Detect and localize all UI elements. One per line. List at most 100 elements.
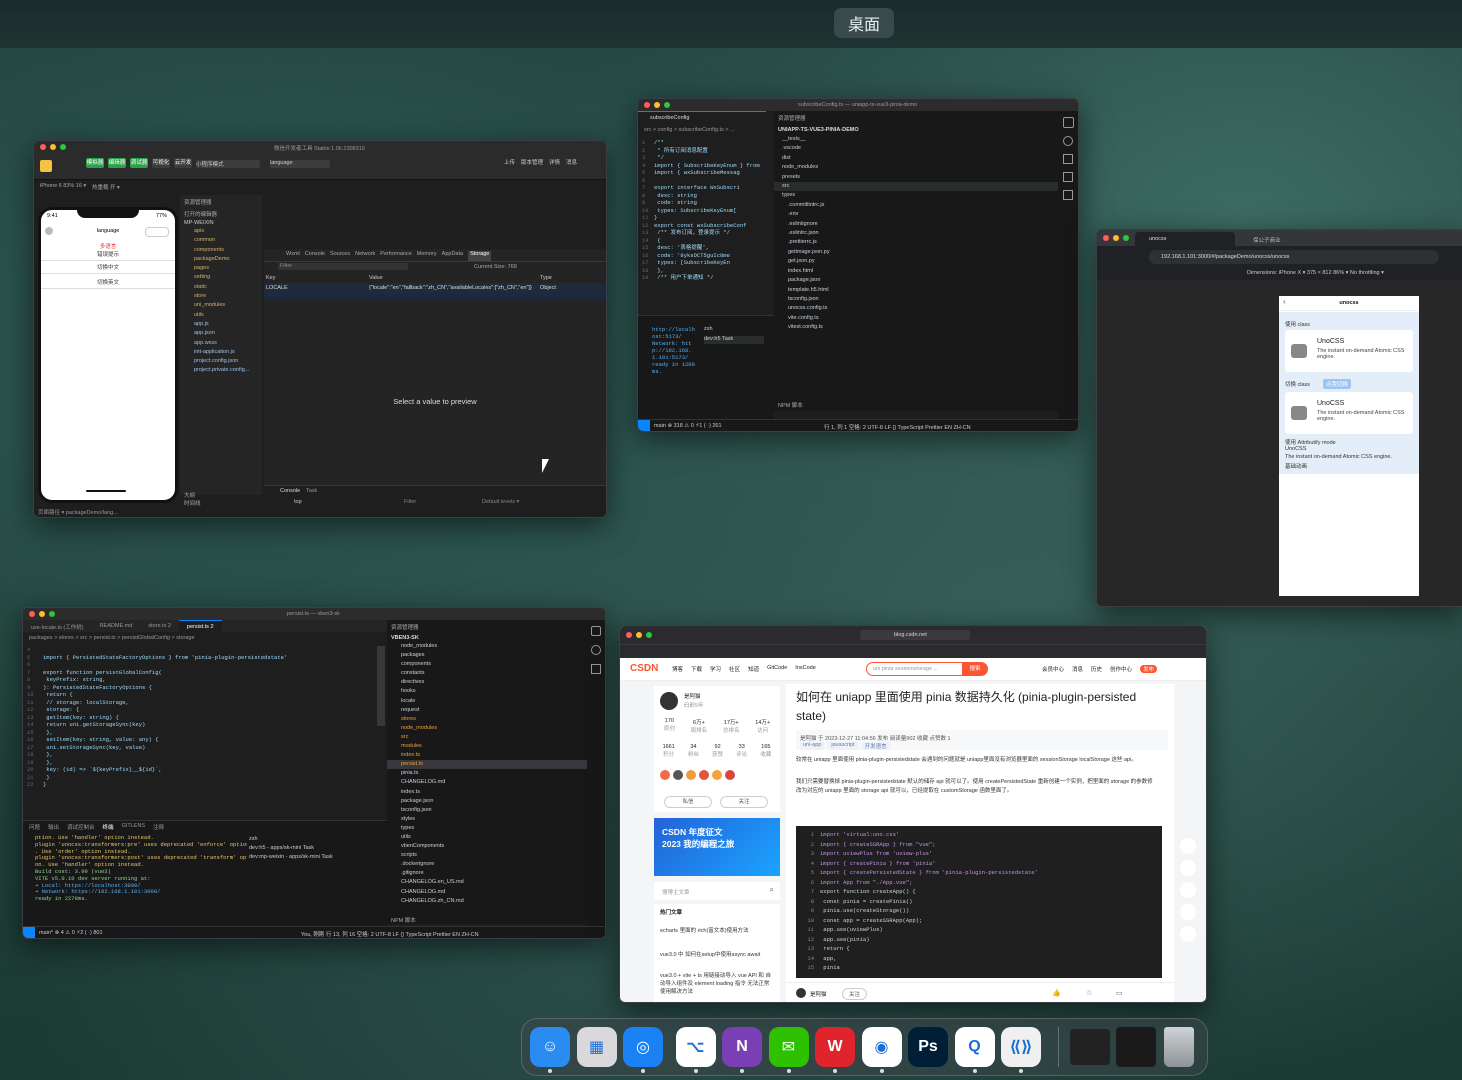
editor-tab[interactable]: subscribeConfig [638,111,766,124]
browser-window[interactable]: unocss 保公子商业 192.168.1.101:3000/#/packag… [1096,229,1462,607]
file-item[interactable]: .vscode [774,144,1058,153]
file-item[interactable]: unocss.config.ts [774,304,1058,313]
onenote-icon[interactable]: N [722,1027,762,1067]
vscode-window-2[interactable]: persist.ts — vben3-sk use-locale.ts (工作树… [22,607,606,939]
status-right[interactable]: 行 1, 列 1 空格: 2 UTF-8 LF {} TypeScript Pr… [824,423,971,431]
hot-item[interactable]: echarts 里面的 rich(富文本)使用方法 [660,926,774,934]
toolbar-button[interactable]: 版本管理 [521,158,543,166]
file-item[interactable]: packageDemo [180,255,262,264]
toolbar-button[interactable]: 云开发 [174,158,192,168]
nav-right-link[interactable]: 会员中心 [1042,665,1064,673]
file-item[interactable]: CHANGELOG.md [387,888,587,897]
file-item[interactable]: getimage.json.py [774,248,1058,257]
file-item[interactable]: get.json.py [774,257,1058,266]
file-item[interactable]: index.html [774,267,1058,276]
file-item[interactable]: .env [774,210,1058,219]
finder-icon[interactable]: ☺ [530,1027,570,1067]
safari-window[interactable]: blog.csdn.net CSDN 博客 下载 学习 社区 知道 GitCode InsC… [619,625,1207,1003]
git-icon[interactable] [1063,154,1073,164]
console-tab[interactable]: Console [280,488,300,494]
trash-icon[interactable] [1164,1027,1194,1067]
search-button[interactable]: 搜索 [962,662,988,676]
avatar[interactable] [40,160,52,172]
project-name[interactable]: VBEN3-SK [387,634,587,642]
file-item[interactable]: __tests__ [774,135,1058,144]
console-filter[interactable]: Filter [404,499,416,505]
debug-tab[interactable]: Console [305,251,325,261]
file-item[interactable]: store [180,292,262,301]
panel-tab[interactable]: 调试控制台 [67,823,95,831]
capsule-menu[interactable] [145,227,169,237]
nav-link[interactable]: 学习 [710,665,721,673]
file-item[interactable]: hooks [387,687,587,696]
search-input[interactable]: uni pinia sessionstorage ... [866,662,964,676]
toolbar-button[interactable]: 模拟器 [86,158,104,168]
code-block[interactable]: 1 import 'virtual:uno.css' 2 import { creat… [796,826,1162,978]
nav-link[interactable]: InsCode [795,665,816,673]
file-item[interactable]: src [387,733,587,742]
file-item[interactable]: vitest.config.ts [774,323,1058,332]
minimized-window-1[interactable] [1070,1029,1110,1065]
project-name[interactable]: UNIAPP-TS-VUE3-PINIA-DEMO [774,125,1058,135]
message-button[interactable]: 私信 [664,796,712,808]
debug-tab[interactable]: Sources [330,251,350,261]
file-item[interactable]: modules [387,742,587,751]
status-right[interactable]: You, 刚刚 行 13, 列 16 空格: 2 UTF-8 LF {} Typ… [301,930,479,938]
file-item[interactable]: pinia.ts [387,769,587,778]
file-item[interactable]: utils [387,833,587,842]
footer-follow-button[interactable]: 关注 [842,988,868,1000]
file-item[interactable]: .eslintrc.json [774,229,1058,238]
file-item[interactable]: tsconfig.json [774,295,1058,304]
hot-item[interactable]: vue3.0 中 如何在setup中使用async await [660,950,774,958]
debug-tab[interactable]: Performance [380,251,412,261]
code-editor[interactable]: 4 5 import { PersistedStateFactoryOptions … [27,646,377,816]
storage-filter[interactable]: Filter [278,263,408,270]
code-editor[interactable]: 1/** 2 * 所有订阅消息配置 3 */4 import { SubscribeK… [642,139,772,315]
device-select[interactable]: iPhone 6 83% 16 ▾ [40,183,86,189]
file-item[interactable]: uni_modules [180,301,262,310]
remote-icon[interactable] [23,927,35,938]
file-item[interactable]: init-application.js [180,348,262,357]
file-item[interactable]: types [774,191,1058,200]
terminal-task[interactable]: dev:h5 Task [704,336,764,344]
project-root[interactable]: MP-WEIXIN [180,219,262,227]
tool-icon[interactable] [1180,860,1196,876]
panel-tab[interactable]: 终端 [103,823,114,831]
wechat-icon[interactable]: ✉ [768,1027,809,1067]
outline[interactable]: 大纲 [184,491,195,499]
launchpad-icon[interactable]: ▦ [576,1027,617,1067]
hot-item[interactable]: vue3.0 + vite + ts 用链接动导入 vue API 和 自动导入… [660,972,774,996]
qq-browser-icon[interactable]: Q [954,1027,995,1067]
article-tag[interactable]: 开发语言 [861,742,890,750]
file-item[interactable]: packages [387,651,587,660]
terminal-instance[interactable]: zsh [249,835,385,844]
nav-link[interactable]: 知道 [748,665,759,673]
author-name[interactable]: 是阿猫 [684,692,701,700]
file-item[interactable]: package.json [774,276,1058,285]
minimized-window-2[interactable] [1116,1027,1156,1067]
debug-tab[interactable]: Memory [417,251,437,261]
wechat-devtools-icon[interactable]: ⟪⟫ [1001,1027,1041,1067]
blog-search[interactable]: 搜博主文章 ⌕ [654,882,780,900]
nav-link[interactable]: 博客 [672,665,683,673]
editor-tab[interactable]: README.md [92,620,141,632]
tab-second[interactable]: 保公子商业 [1253,236,1281,244]
console-levels[interactable]: Default levels ▾ [482,499,519,505]
toolbar-button[interactable]: 可视化 [152,158,170,168]
console-context[interactable]: top [294,499,302,505]
search-icon[interactable] [591,645,601,655]
panel-tab[interactable]: 问题 [29,823,40,831]
url-bar[interactable]: blog.csdn.net [860,630,970,640]
file-item[interactable]: package.json [387,797,587,806]
terminal-zsh[interactable]: zsh [704,326,713,332]
collect-icon[interactable]: ☆ [1086,989,1092,997]
editor-tab[interactable]: store.ts 2 [140,620,179,632]
file-item[interactable]: project.config.json [180,357,262,366]
extensions-icon[interactable] [1063,190,1073,200]
file-item[interactable]: app.json [180,329,262,338]
nav-link[interactable]: 社区 [729,665,740,673]
breadcrumb[interactable]: packages > stores > src > persist.ts > p… [29,635,195,641]
panel-tab[interactable]: 输出 [48,823,59,831]
file-item[interactable]: src [774,182,1058,192]
file-item[interactable]: pages [180,264,262,273]
